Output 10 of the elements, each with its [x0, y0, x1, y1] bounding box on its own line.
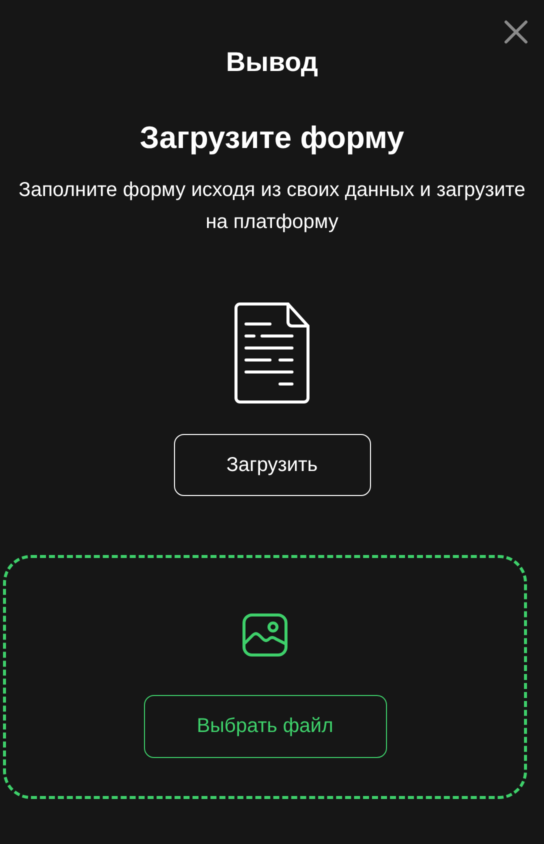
image-icon [242, 613, 288, 657]
upload-button[interactable]: Загрузить [174, 434, 370, 496]
close-icon [502, 18, 530, 46]
choose-file-button[interactable]: Выбрать файл [144, 695, 386, 758]
form-description: Заполните форму исходя из своих данных и загрузите на платформу [18, 178, 526, 235]
document-icon [234, 302, 310, 404]
dropzone[interactable]: Выбрать файл [3, 555, 527, 799]
form-heading: Загрузите форму [140, 119, 404, 157]
close-button[interactable] [502, 18, 530, 46]
window-title: Вывод [226, 46, 318, 79]
